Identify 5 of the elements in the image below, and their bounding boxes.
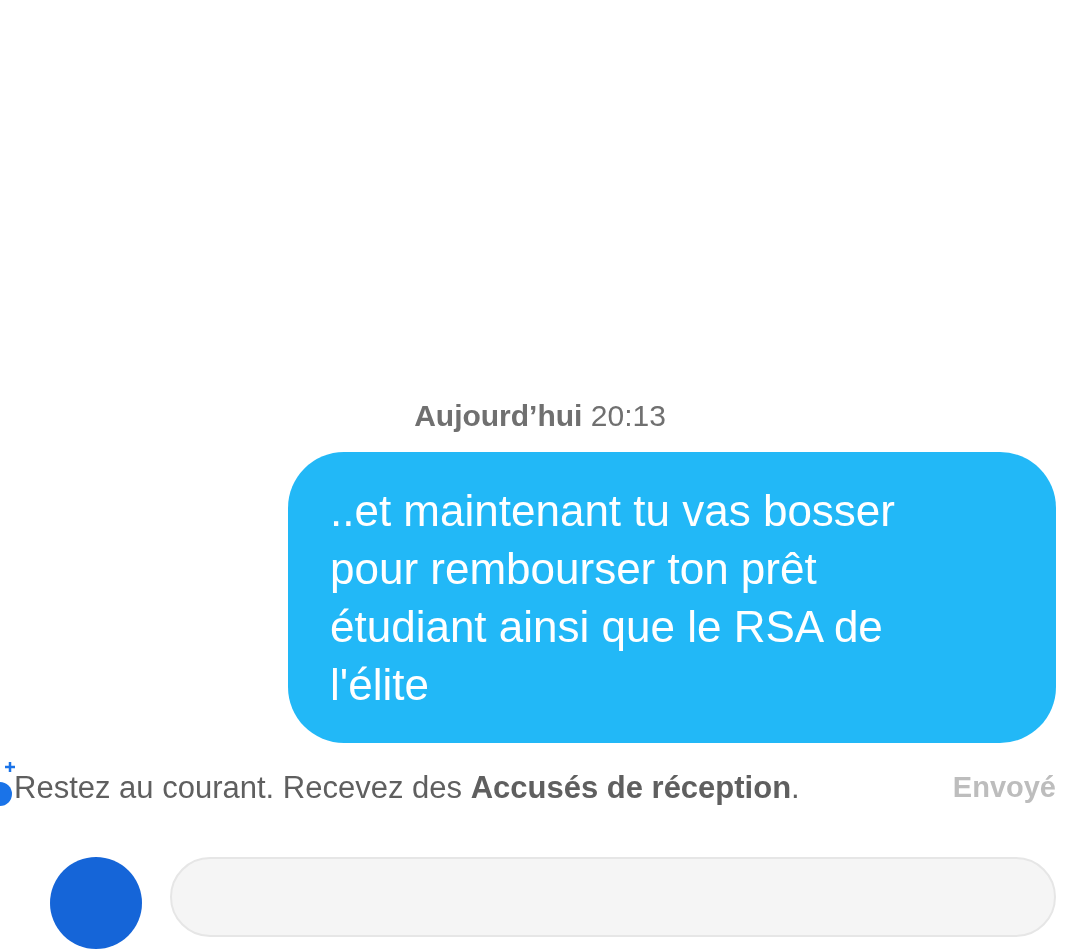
message-status: Envoyé [952, 770, 1056, 805]
message-timestamp: Aujourd’hui 20:13 [414, 397, 666, 434]
message-bubble: ..et maintenant tu vas bosser pour rembourser ton prêt étudiant ainsi que le RSA de l'élite [288, 451, 1056, 743]
receipt-notice: Restez au courant. Recevez des Accusés de réception. [14, 768, 800, 807]
avatar-add-icon [0, 761, 16, 806]
